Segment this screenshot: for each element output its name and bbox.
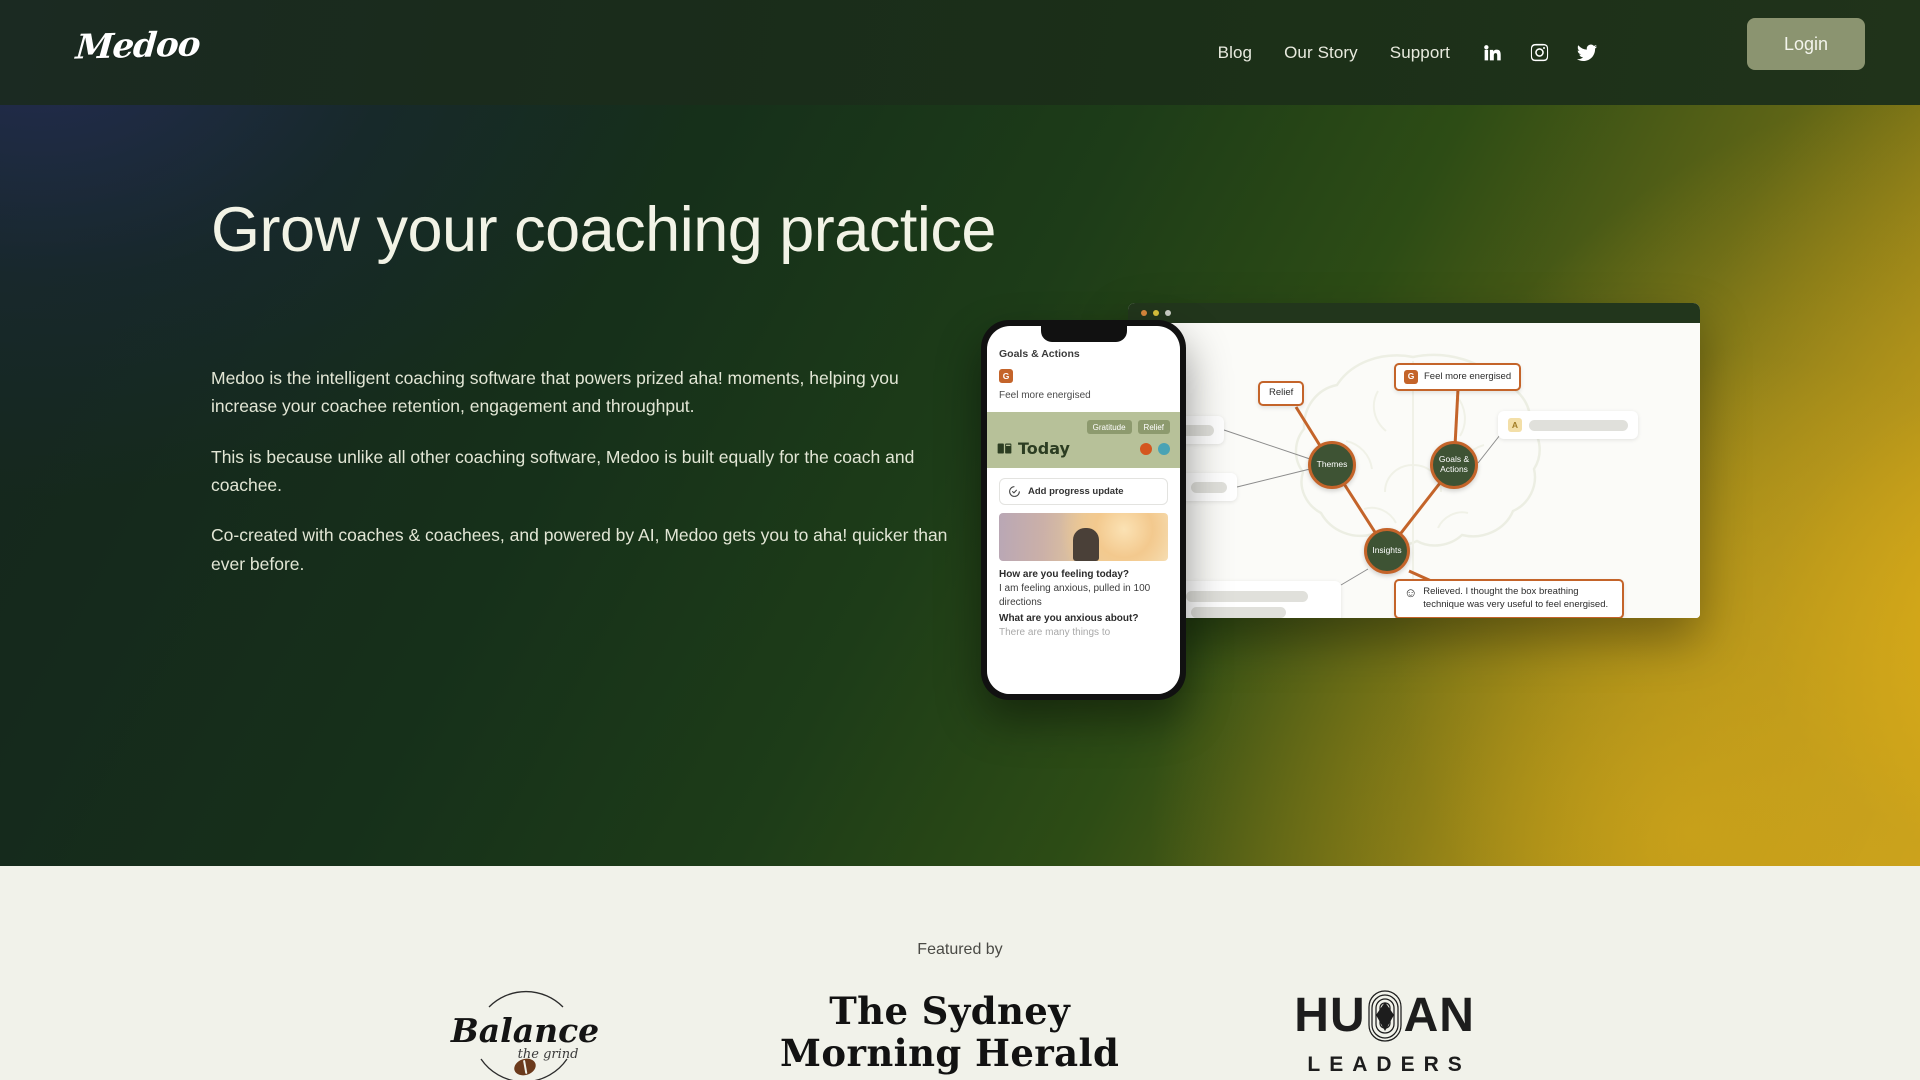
landing-page: Medoo Blog Our Story Support Login Grow … [0, 0, 1920, 1080]
smh-logo-line-1: The Sydney [829, 989, 1071, 1034]
featured-by-label: Featured by [917, 941, 1003, 958]
phone-qa-area: How are you feeling today? I am feeling … [987, 561, 1180, 640]
refresh-check-icon [1009, 486, 1020, 497]
nav-item-support[interactable]: Support [1390, 43, 1450, 63]
placeholder-bar [1191, 607, 1286, 618]
phone-notch [1040, 326, 1127, 342]
instagram-icon[interactable] [1529, 42, 1550, 63]
human-leaders-subtitle: LEADERS [1307, 1053, 1471, 1076]
mindmap-card-relieved[interactable]: ☺ Relieved. I thought the box breathing … [1394, 579, 1624, 618]
mindmap-card-relieved-label: Relieved. I thought the box breathing te… [1423, 586, 1609, 610]
hero-paragraph-1: Medoo is the intelligent coaching softwa… [211, 368, 899, 417]
placeholder-card-2[interactable] [1181, 473, 1237, 501]
featured-logo-list: Balance the grind The Sydney Morning Her… [0, 985, 1920, 1080]
placeholder-card-quote[interactable]: „ [1161, 581, 1341, 618]
browser-title-bar [1128, 303, 1700, 323]
human-logo-part-a: HU [1294, 989, 1366, 1042]
human-leaders-logo[interactable]: HU AN LEADERS [1294, 988, 1475, 1077]
login-button[interactable]: Login [1747, 18, 1865, 70]
answer-badge-icon: A [1508, 418, 1522, 432]
phone-today-label: Today [1018, 439, 1070, 458]
journal-icon [997, 443, 1012, 454]
mindmap-node-goals-actions[interactable]: Goals & Actions [1430, 441, 1478, 489]
window-close-dot [1141, 310, 1147, 316]
brand-logo[interactable]: Medoo [74, 24, 201, 67]
phone-content-fade [987, 678, 1180, 694]
phone-tag-relief[interactable]: Relief [1137, 420, 1170, 434]
social-links [1482, 0, 1598, 105]
window-minimize-dot [1153, 310, 1159, 316]
phone-tag-list: Gratitude Relief [997, 420, 1170, 434]
phone-add-progress-update-label: Add progress update [1028, 486, 1124, 497]
smiley-face-icon: ☺ [1404, 585, 1418, 600]
mindmap-node-insights[interactable]: Insights [1364, 528, 1410, 574]
phone-answer-1: I am feeling anxious, pulled in 100 dire… [999, 583, 1151, 608]
phone-mood-dots [1140, 442, 1170, 455]
phone-section-title: Goals & Actions [999, 348, 1080, 360]
hero-paragraph-3: Co-created with coaches & coachees, and … [211, 525, 948, 574]
phone-photo [999, 513, 1168, 561]
smh-logo-line-2: Morning Herald [780, 1030, 1120, 1075]
hero-heading: Grow your coaching practice [211, 195, 996, 265]
featured-by-section: Featured by Balance the grind The Sydney… [0, 866, 1920, 1080]
phone-tag-gratitude[interactable]: Gratitude [1086, 420, 1132, 434]
balance-the-grind-logo[interactable]: Balance the grind [445, 985, 605, 1080]
nav-item-blog[interactable]: Blog [1218, 43, 1252, 63]
nav-item-our-story[interactable]: Our Story [1284, 43, 1358, 63]
hero-paragraph-2: This is because unlike all other coachin… [211, 446, 915, 496]
phone-question-2: What are you anxious about? [999, 613, 1139, 624]
sydney-morning-herald-logo[interactable]: The Sydney Morning Herald [780, 989, 1120, 1075]
mindmap-card-relief-label: Relief [1269, 387, 1294, 398]
phone-add-progress-update-button[interactable]: Add progress update [999, 478, 1168, 505]
window-maximize-dot [1165, 310, 1171, 316]
mindmap-node-themes[interactable]: Themes [1308, 441, 1356, 489]
placeholder-card-answer[interactable]: A [1498, 411, 1638, 439]
phone-today-row: Today [997, 439, 1170, 458]
phone-today-label-wrap: Today [997, 439, 1070, 458]
mood-dot-orange[interactable] [1140, 442, 1152, 455]
phone-goal-text: Feel more energised [999, 390, 1091, 401]
phone-answer-2: There are many things to [999, 627, 1111, 638]
phone-screen: Goals & Actions G Feel more energised Gr… [987, 326, 1180, 694]
mood-dot-blue[interactable] [1158, 442, 1170, 455]
hero-paragraphs: Medoo is the intelligent coaching softwa… [211, 364, 966, 578]
phone-question-1: How are you feeling today? [999, 569, 1130, 580]
phone-goal-badge-icon: G [999, 369, 1013, 383]
balance-logo-primary: Balance [450, 1011, 600, 1050]
twitter-icon[interactable] [1576, 42, 1598, 64]
fingerprint-icon [1364, 988, 1406, 1044]
mindmap-canvas: Themes Goals & Actions Insights Relief G… [1128, 323, 1700, 618]
placeholder-bar [1191, 481, 1227, 493]
linkedin-icon[interactable] [1482, 42, 1503, 63]
mindmap-card-energised[interactable]: G Feel more energised [1394, 363, 1522, 391]
placeholder-bar [1529, 419, 1628, 431]
placeholder-bar [1185, 591, 1308, 602]
mindmap-card-energised-label: Feel more energised [1424, 370, 1512, 382]
site-header: Medoo Blog Our Story Support Login [0, 0, 1920, 105]
phone-today-banner: Gratitude Relief Today [987, 412, 1180, 468]
goal-badge-icon: G [1404, 370, 1418, 384]
mindmap-card-relief[interactable]: Relief [1258, 381, 1305, 406]
phone-mockup: Goals & Actions G Feel more energised Gr… [981, 320, 1186, 700]
browser-mockup: Themes Goals & Actions Insights Relief G… [1128, 303, 1700, 618]
main-navigation: Blog Our Story Support [1218, 0, 1450, 105]
human-logo-part-b: AN [1403, 989, 1475, 1042]
